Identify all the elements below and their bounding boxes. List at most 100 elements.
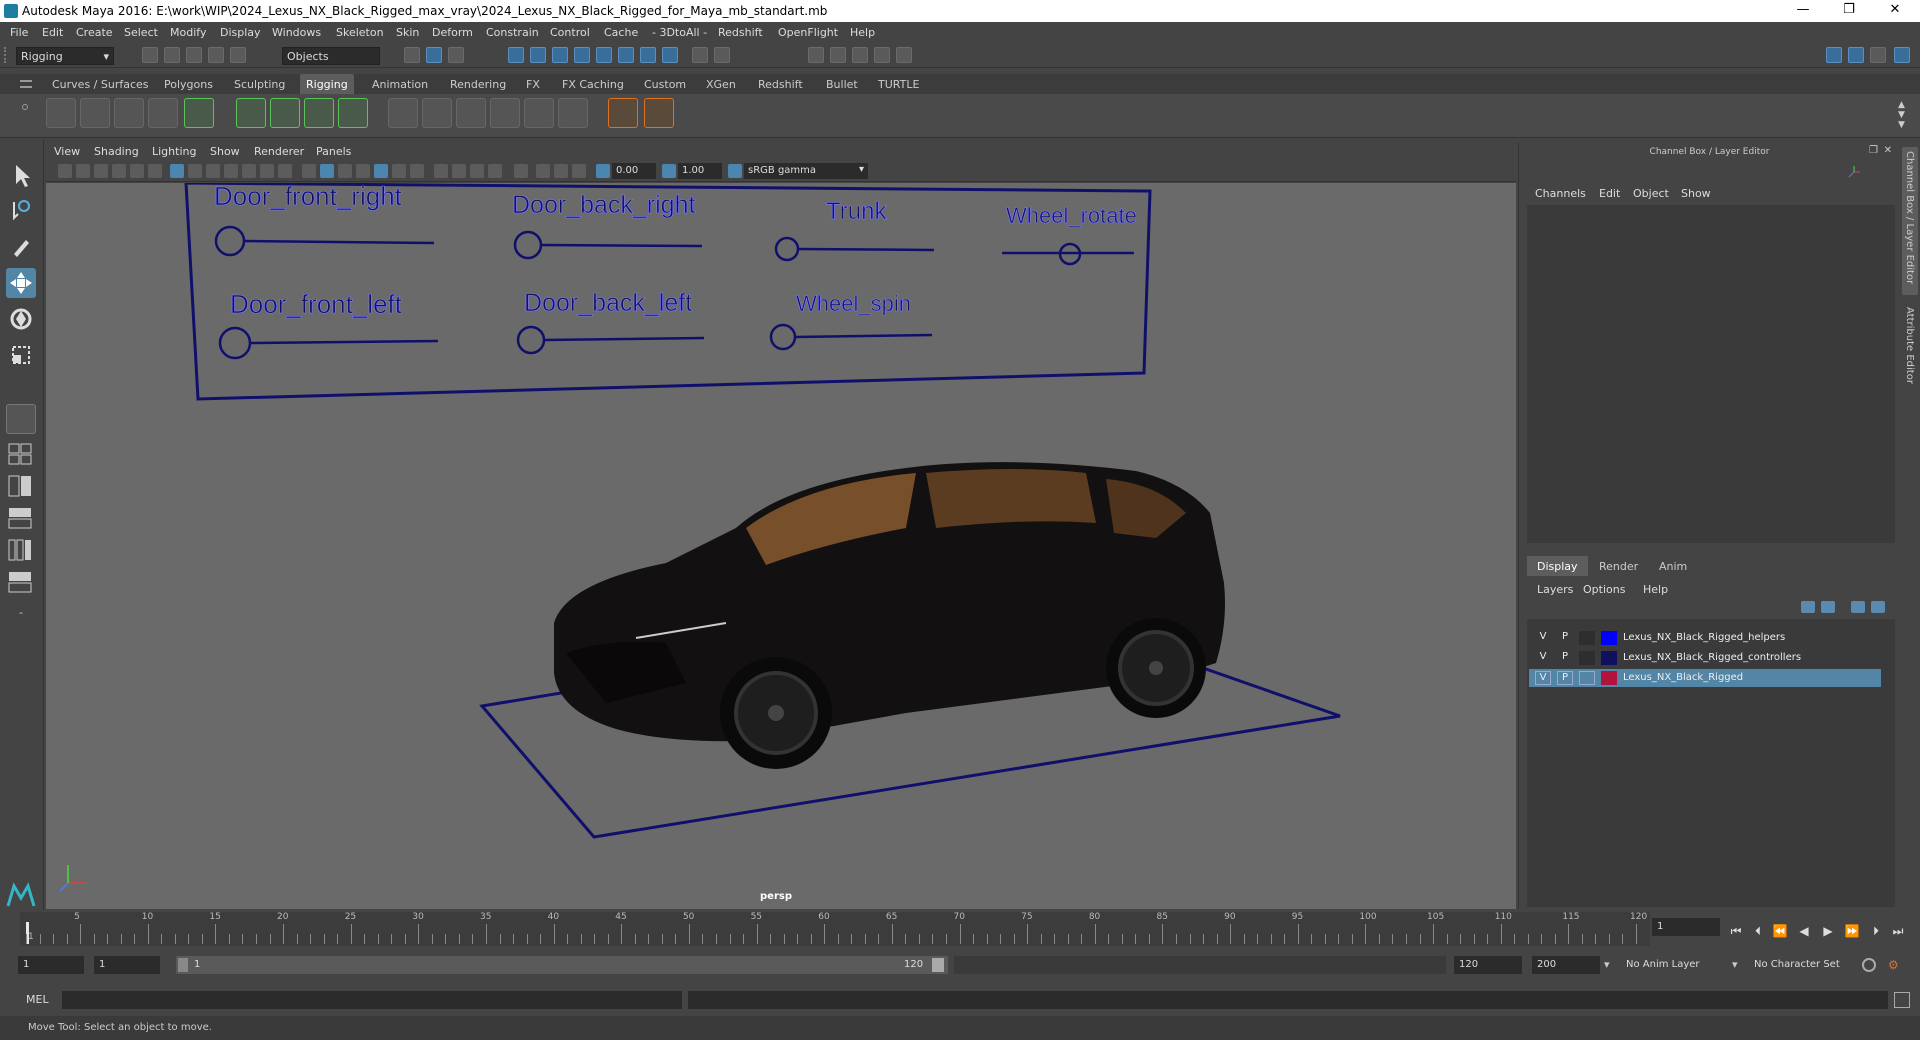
layout-modeling-icon[interactable] [1826,47,1842,63]
wireframe-on-shaded-icon[interactable] [356,164,370,178]
time-slider[interactable]: 1 5 10 15 20 25 30 35 40 45 50 55 60 65 70 75 80 85 90 95 1… [20,912,1650,946]
chevron-down-icon[interactable]: ▾ [1604,958,1610,971]
auto-keyframe-icon[interactable] [1862,958,1876,972]
viewport-menu-view[interactable]: View [54,145,80,158]
anti-aliasing-icon[interactable] [470,164,484,178]
maximize-button[interactable]: ❐ [1826,2,1872,20]
door-front-left-slider-knob[interactable] [218,326,252,360]
isolate-select-icon[interactable] [514,164,528,178]
show-manipulator-icon[interactable] [6,404,36,434]
toolbox-expand-icon[interactable]: - [6,606,36,626]
field-chart-icon[interactable] [242,164,256,178]
channels-menu[interactable]: Channels [1535,187,1586,200]
color-management-icon[interactable] [728,164,742,178]
open-scene-icon[interactable] [164,47,180,63]
layout-outliner-icon[interactable] [6,570,36,594]
command-input[interactable] [62,991,682,1009]
tab-rigging[interactable]: Rigging [300,74,354,94]
gate-mask-icon[interactable] [224,164,238,178]
safe-title-icon[interactable] [278,164,292,178]
locator-icon[interactable] [608,98,638,128]
viewport-menu-shading[interactable]: Shading [94,145,139,158]
menu-redshift[interactable]: Redshift [718,26,763,39]
layer-tab-display[interactable]: Display [1527,556,1588,576]
wrap-icon[interactable] [338,98,368,128]
blend-shape-icon[interactable] [304,98,334,128]
default-material-icon[interactable] [338,164,352,178]
two-d-pan-icon[interactable] [130,164,144,178]
redo-icon[interactable] [230,47,246,63]
menu-windows[interactable]: Windows [272,26,321,39]
tab-sculpting[interactable]: Sculpting [228,74,291,94]
selection-mode-dropdown[interactable]: Objects [282,47,380,65]
menu-set-dropdown[interactable]: Rigging ▾ [16,47,114,65]
grease-pencil-icon[interactable] [148,164,162,178]
character-set-dropdown[interactable]: No Character Set [1748,956,1868,974]
tab-turtle[interactable]: TURTLE [872,74,925,94]
layout-single-icon[interactable] [6,442,36,466]
step-back-frame-icon[interactable]: ⏴ [1750,924,1766,938]
wheel-spin-slider-knob[interactable] [769,323,797,351]
point-constraint-icon[interactable] [388,98,418,128]
joint-tool-icon[interactable] [46,98,76,128]
play-backward-icon[interactable]: ◀ [1796,924,1812,938]
menu-skin[interactable]: Skin [396,26,419,39]
save-scene-icon[interactable] [186,47,202,63]
menu-skeleton[interactable]: Skeleton [336,26,384,39]
go-to-end-icon[interactable]: ⏭ [1890,924,1906,938]
channel-box-axis-icon[interactable] [1847,165,1861,179]
new-empty-layer-icon[interactable] [1851,601,1865,613]
layer-playback-toggle[interactable]: P [1557,631,1573,645]
textured-icon[interactable] [374,164,388,178]
menu-constrain[interactable]: Constrain [486,26,539,39]
channel-edit-menu[interactable]: Edit [1599,187,1620,200]
xray-active-icon[interactable] [572,164,586,178]
layer-color-swatch[interactable] [1601,631,1617,645]
snap-grid-icon[interactable] [508,47,524,63]
shelf-options-icon[interactable] [22,104,28,110]
menu-3dtoall[interactable]: - 3DtoAll - [652,26,707,39]
lasso-tool-icon[interactable] [6,196,36,226]
menu-cache[interactable]: Cache [604,26,638,39]
animation-end-field[interactable]: 200 [1532,956,1600,974]
menu-select[interactable]: Select [124,26,158,39]
minimize-button[interactable]: — [1780,2,1826,20]
layer-help-menu[interactable]: Help [1643,583,1668,596]
menu-create[interactable]: Create [76,26,113,39]
shelf-scroll-arrows-icon[interactable]: ▲ ▼ ▼ [1898,100,1905,130]
panel-float-icon[interactable]: ❐ [1869,145,1878,156]
panel-close-icon[interactable]: ✕ [1884,145,1892,156]
input-output-icon[interactable] [714,47,730,63]
close-button[interactable]: ✕ [1872,2,1918,20]
tab-custom[interactable]: Custom [638,74,692,94]
hypershade-icon[interactable] [874,47,890,63]
layer-row[interactable]: V P Lexus_NX_Black_Rigged_helpers [1529,629,1881,647]
select-tool-icon[interactable] [6,160,36,190]
rotate-tool-icon[interactable] [6,304,36,334]
bind-skin-icon[interactable] [184,98,214,128]
ik-handle-icon[interactable] [80,98,110,128]
pole-vector-icon[interactable] [558,98,588,128]
scale-constraint-icon[interactable] [490,98,520,128]
film-gate-icon[interactable] [188,164,202,178]
select-hierarchy-icon[interactable] [404,47,420,63]
chevron-down-icon[interactable]: ▾ [1732,958,1738,971]
tab-animation[interactable]: Animation [366,74,434,94]
layer-visibility-toggle[interactable]: V [1535,631,1551,645]
step-back-key-icon[interactable]: ⏪ [1772,924,1788,938]
viewport-menu-panels[interactable]: Panels [316,145,351,158]
new-layer-selected-icon[interactable] [1871,601,1885,613]
scale-tool-icon[interactable] [6,340,36,370]
render-view-icon[interactable] [896,47,912,63]
side-tab-attribute-editor[interactable]: Attribute Editor [1902,303,1918,393]
layer-display-type-toggle[interactable] [1579,651,1595,665]
layer-playback-toggle[interactable]: P [1557,671,1573,685]
range-slider[interactable]: 1 120 [176,956,948,974]
step-forward-key-icon[interactable]: ⏩ [1844,924,1860,938]
layer-tab-render[interactable]: Render [1589,556,1648,576]
layout-stacked-icon[interactable] [6,506,36,530]
layer-color-swatch[interactable] [1601,651,1617,665]
new-scene-icon[interactable] [142,47,158,63]
layer-playback-toggle[interactable]: P [1557,651,1573,665]
attribute-editor-toggle-icon[interactable] [1870,47,1886,63]
